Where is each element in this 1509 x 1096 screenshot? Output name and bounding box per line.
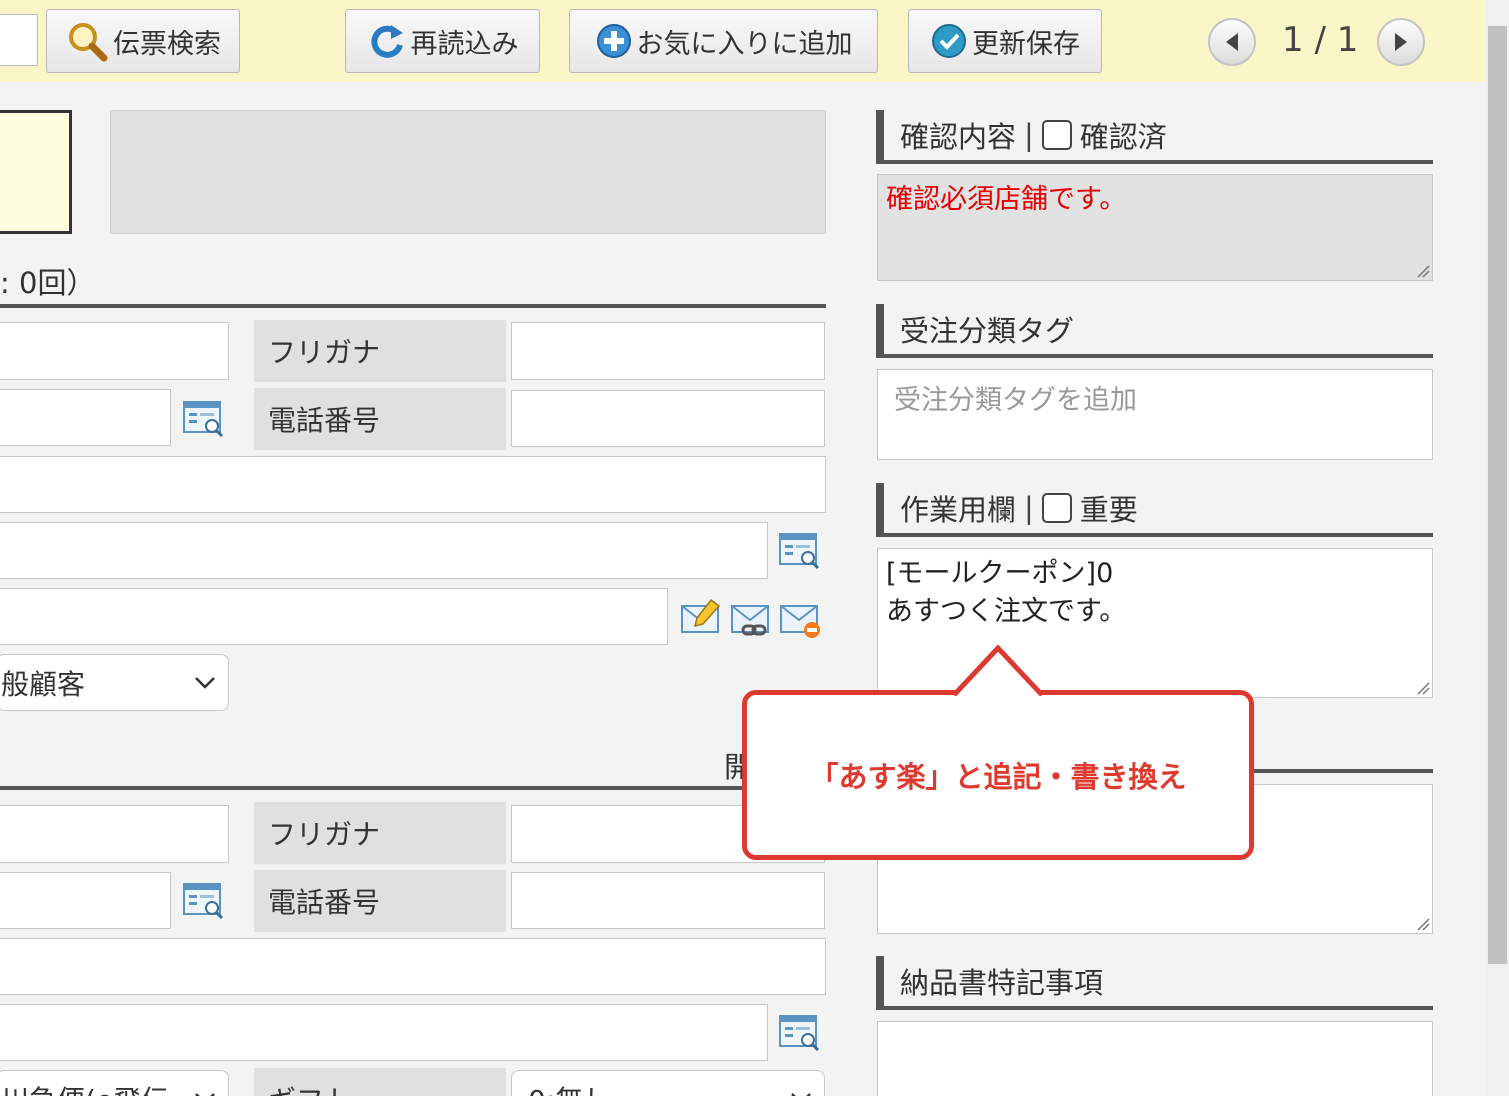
- work-separator: |: [1024, 491, 1034, 525]
- confirmed-checkbox-label: 確認済: [1079, 120, 1167, 154]
- update-save-label: 更新保存: [972, 28, 1080, 60]
- work-line-coupon: [モールクーポン]0: [886, 558, 1114, 589]
- callout-pointer: [952, 644, 1044, 696]
- important-checkbox[interactable]: [1041, 493, 1072, 523]
- order-tag-input[interactable]: 受注分類タグを追加: [877, 369, 1433, 460]
- carrier-value: 川急便(e飛伝: [1, 1079, 169, 1096]
- delivery-note-section-header: 納品書特記事項: [876, 956, 1433, 1010]
- pager-indicator: 1 / 1: [1282, 20, 1359, 60]
- confirm-title: 確認内容: [900, 120, 1017, 154]
- delivery-note-textarea[interactable]: [877, 1021, 1433, 1096]
- confirmed-checkbox[interactable]: [1041, 120, 1072, 150]
- order-tag-section-header: 受注分類タグ: [876, 304, 1433, 358]
- address-lookup-icon[interactable]: [183, 881, 225, 919]
- slip-search-label: 伝票検索: [113, 28, 221, 60]
- reload-icon: [370, 25, 403, 58]
- shipping-address2-input[interactable]: [0, 1004, 768, 1061]
- add-favorite-label: お気に入りに追加: [636, 28, 853, 60]
- carrier-select[interactable]: 川急便(e飛伝: [0, 1070, 229, 1096]
- magnifier-icon: [69, 23, 108, 62]
- info-panel: [110, 110, 826, 234]
- shipping-phone-label: 電話番号: [254, 870, 506, 932]
- customer-phone-input[interactable]: [511, 390, 825, 447]
- gift-select[interactable]: 0:無し: [511, 1070, 825, 1096]
- resize-handle-icon[interactable]: [1416, 917, 1430, 931]
- shipping-name-input[interactable]: [0, 805, 229, 863]
- customer-section-line: [0, 304, 826, 308]
- customer-address2-input[interactable]: [0, 522, 768, 579]
- mail-link-icon[interactable]: [731, 600, 773, 640]
- update-save-button[interactable]: 更新保存: [908, 9, 1102, 73]
- customer-address1-input[interactable]: [0, 456, 826, 513]
- order-tag-placeholder: 受注分類タグを追加: [894, 385, 1137, 416]
- confirm-content-textarea[interactable]: 確認必須店舗です。: [877, 174, 1433, 281]
- order-count-text: : 0回）: [0, 266, 96, 300]
- shipping-furigana-label: フリガナ: [254, 802, 506, 864]
- chevron-down-icon: [791, 1092, 811, 1096]
- customer-furigana-label: フリガナ: [254, 320, 506, 382]
- customer-zip-input[interactable]: [0, 389, 171, 446]
- work-line-asutsuku: あすつく注文です。: [886, 596, 1127, 627]
- gift-label: ギフト: [254, 1068, 506, 1096]
- slip-search-button[interactable]: 伝票検索: [46, 9, 240, 73]
- prev-page-button[interactable]: [1208, 18, 1256, 66]
- arrow-left-icon: [1226, 33, 1238, 51]
- order-tag-title: 受注分類タグ: [900, 314, 1075, 348]
- customer-type-select[interactable]: 般顧客: [0, 654, 229, 711]
- chevron-down-icon: [195, 1092, 215, 1096]
- arrow-right-icon: [1395, 33, 1407, 51]
- customer-email-input[interactable]: [0, 588, 668, 645]
- annotation-callout: 「あす楽」と追記・書き換え: [742, 690, 1254, 860]
- toolbar: 伝票検索 再読込み お気に入りに追加 更新保存 1 / 1: [0, 0, 1509, 82]
- check-circle-icon: [932, 24, 966, 58]
- mail-edit-icon[interactable]: [681, 598, 723, 634]
- address-lookup-icon[interactable]: [183, 399, 225, 437]
- confirm-separator: |: [1024, 118, 1034, 152]
- status-box: [0, 110, 72, 234]
- confirm-section-header: 確認内容 | 確認済: [876, 110, 1433, 164]
- add-favorite-button[interactable]: お気に入りに追加: [569, 9, 878, 73]
- address-lookup-icon[interactable]: [779, 1013, 821, 1051]
- resize-handle-icon[interactable]: [1416, 681, 1430, 695]
- customer-furigana-input[interactable]: [511, 322, 825, 380]
- reload-label: 再読込み: [410, 28, 519, 60]
- delivery-note-title: 納品書特記事項: [900, 966, 1104, 1000]
- chevron-down-icon: [195, 676, 215, 689]
- resize-handle-icon[interactable]: [1416, 264, 1430, 278]
- work-section-header: 作業用欄 | 重要: [876, 483, 1433, 537]
- important-checkbox-label: 重要: [1079, 493, 1138, 527]
- annotation-callout-text: 「あす楽」と追記・書き換え: [809, 760, 1187, 794]
- shipping-section-line: [0, 786, 826, 790]
- scrollbar-thumb[interactable]: [1488, 26, 1507, 964]
- gift-value: 0:無し: [528, 1079, 611, 1096]
- reload-button[interactable]: 再読込み: [345, 9, 540, 73]
- customer-phone-label: 電話番号: [254, 388, 506, 450]
- shipping-zip-input[interactable]: [0, 872, 171, 929]
- plus-circle-icon: [596, 24, 631, 58]
- confirm-content-text: 確認必須店舗です。: [886, 184, 1127, 215]
- slip-number-input[interactable]: [0, 14, 38, 66]
- next-page-button[interactable]: [1377, 18, 1425, 66]
- customer-name-input[interactable]: [0, 322, 229, 380]
- work-title: 作業用欄: [900, 493, 1017, 527]
- shipping-phone-input[interactable]: [511, 872, 825, 929]
- customer-type-value: 般顧客: [1, 667, 86, 701]
- shipping-address1-input[interactable]: [0, 938, 826, 995]
- address-lookup-icon[interactable]: [779, 531, 821, 569]
- mail-block-icon[interactable]: [780, 600, 822, 640]
